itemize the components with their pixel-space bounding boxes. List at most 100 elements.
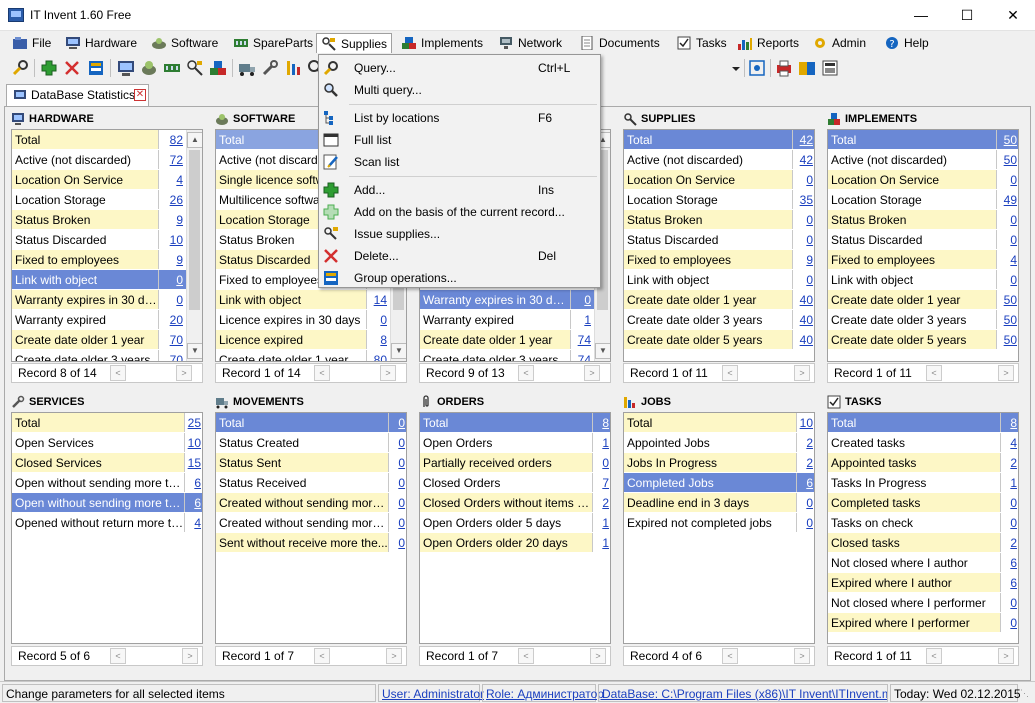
stat-row[interactable]: Total 42 <box>624 130 814 150</box>
stat-row[interactable]: Tasks In Progress 1 <box>828 473 1018 493</box>
stat-value-link[interactable]: 0 <box>792 270 814 289</box>
prev-record-button[interactable]: < <box>722 648 738 664</box>
stat-value-link[interactable]: 0 <box>388 433 406 452</box>
status-user-link[interactable]: User: Administrator <box>378 684 484 702</box>
stat-row[interactable]: Sent without receive more the... 0 <box>216 533 406 553</box>
stat-row[interactable]: Create date older 3 years 74 <box>420 350 594 361</box>
query-icon[interactable] <box>12 59 30 77</box>
stat-row[interactable]: Status Created 0 <box>216 433 406 453</box>
delete-icon[interactable] <box>63 59 81 77</box>
status-database-link[interactable]: DataBase: C:\Program Files (x86)\IT Inve… <box>598 684 888 702</box>
menu-item-scan-list[interactable]: Scan list <box>319 151 600 173</box>
menu-documents[interactable]: Documents <box>575 33 664 53</box>
menu-item-add-on-basis[interactable]: Add on the basis of the current record..… <box>319 201 600 223</box>
stat-value-link[interactable]: 0 <box>996 230 1018 249</box>
stat-value-link[interactable]: 9 <box>792 250 814 269</box>
next-record-button[interactable]: > <box>794 365 810 381</box>
stat-value-link[interactable]: 1 <box>592 533 610 552</box>
group-operations-icon[interactable] <box>87 59 105 77</box>
stat-row[interactable]: Create date older 5 years 40 <box>624 330 814 350</box>
add-icon[interactable] <box>40 59 58 77</box>
stat-value-link[interactable]: 15 <box>184 453 202 472</box>
stat-value-link[interactable]: 7 <box>592 473 610 492</box>
stat-row[interactable]: Fixed to employees 9 <box>624 250 814 270</box>
menu-item-add[interactable]: Add... Ins <box>319 179 600 201</box>
menu-network[interactable]: Network <box>494 33 566 53</box>
stat-value-link[interactable]: 26 <box>158 190 186 209</box>
stat-value-link[interactable]: 50 <box>996 290 1018 309</box>
services-icon[interactable] <box>261 59 279 77</box>
stat-row[interactable]: Tasks on check 0 <box>828 513 1018 533</box>
jobs-icon[interactable] <box>284 59 302 77</box>
stat-row[interactable]: Completed tasks 0 <box>828 493 1018 513</box>
spareparts-icon[interactable] <box>163 59 181 77</box>
hardware-scrollbar[interactable]: ▲ ▼ <box>186 130 202 361</box>
stat-value-link[interactable]: 6 <box>184 493 202 512</box>
stat-value-link[interactable]: 4 <box>996 250 1018 269</box>
stat-row[interactable]: Expired where I performer 0 <box>828 613 1018 633</box>
stat-value-link[interactable]: 2 <box>592 493 610 512</box>
stat-row[interactable]: Link with object 0 <box>828 270 1018 290</box>
stat-row[interactable]: Status Discarded 10 <box>12 230 186 250</box>
stat-row[interactable]: Total 10 <box>624 413 814 433</box>
menu-help[interactable]: ? Help <box>880 33 933 53</box>
stat-row[interactable]: Status Broken 0 <box>828 210 1018 230</box>
stat-row[interactable]: Closed Orders without items a... 2 <box>420 493 610 513</box>
stat-value-link[interactable]: 0 <box>792 170 814 189</box>
stat-value-link[interactable]: 6 <box>1000 573 1018 592</box>
prev-record-button[interactable]: < <box>314 648 330 664</box>
menu-hardware[interactable]: Hardware <box>61 33 141 53</box>
stat-value-link[interactable]: 0 <box>388 533 406 552</box>
stat-value-link[interactable]: 0 <box>1000 613 1018 632</box>
scroll-up-icon[interactable]: ▲ <box>187 132 202 148</box>
next-record-button[interactable]: > <box>176 365 192 381</box>
stat-row[interactable]: Appointed Jobs 2 <box>624 433 814 453</box>
stat-row[interactable]: Link with object 0 <box>624 270 814 290</box>
stat-row[interactable]: Open Orders older 5 days 1 <box>420 513 610 533</box>
stat-value-link[interactable]: 10 <box>184 433 202 452</box>
close-button[interactable]: ✕ <box>990 0 1035 31</box>
menu-software[interactable]: Software <box>147 33 222 53</box>
stat-row[interactable]: Total 82 <box>12 130 186 150</box>
stat-value-link[interactable]: 0 <box>388 473 406 492</box>
stat-value-link[interactable]: 0 <box>1000 493 1018 512</box>
next-record-button[interactable]: > <box>794 648 810 664</box>
menu-file[interactable]: File <box>8 33 55 53</box>
stat-row[interactable]: Not closed where I author 6 <box>828 553 1018 573</box>
tab-close-icon[interactable]: ✕ <box>134 89 146 101</box>
stat-value-link[interactable]: 40 <box>792 330 814 349</box>
stat-value-link[interactable]: 0 <box>570 290 594 309</box>
stat-value-link[interactable]: 6 <box>184 473 202 492</box>
chevron-down-icon[interactable] <box>730 59 742 77</box>
next-record-button[interactable]: > <box>380 365 396 381</box>
menu-supplies[interactable]: Supplies <box>316 33 393 53</box>
stat-row[interactable]: Status Discarded 0 <box>828 230 1018 250</box>
stat-row[interactable]: Create date older 3 years 50 <box>828 310 1018 330</box>
stat-value-link[interactable]: 74 <box>570 350 594 361</box>
stat-value-link[interactable]: 8 <box>1000 413 1018 432</box>
stat-row[interactable]: Closed Orders 7 <box>420 473 610 493</box>
supplies-icon[interactable] <box>186 59 204 77</box>
stat-row[interactable]: Closed tasks 2 <box>828 533 1018 553</box>
stat-value-link[interactable]: 50 <box>996 150 1018 169</box>
menu-item-issue-supplies[interactable]: Issue supplies... <box>319 223 600 245</box>
stat-value-link[interactable]: 4 <box>158 170 186 189</box>
scroll-down-icon[interactable]: ▼ <box>187 343 202 359</box>
stat-value-link[interactable]: 6 <box>796 473 814 492</box>
stat-value-link[interactable]: 0 <box>388 493 406 512</box>
stat-row[interactable]: Location Storage 49 <box>828 190 1018 210</box>
stat-row[interactable]: Create date older 1 year 74 <box>420 330 594 350</box>
stat-value-link[interactable]: 0 <box>796 513 814 532</box>
stat-row[interactable]: Active (not discarded) 50 <box>828 150 1018 170</box>
menu-admin[interactable]: Admin <box>808 33 870 53</box>
scroll-thumb[interactable] <box>189 150 200 310</box>
stat-row[interactable]: Status Broken 9 <box>12 210 186 230</box>
stat-row[interactable]: Create date older 3 years 40 <box>624 310 814 330</box>
stat-value-link[interactable]: 0 <box>996 210 1018 229</box>
stat-row[interactable]: Create date older 1 year 50 <box>828 290 1018 310</box>
stat-row[interactable]: Open without sending more than... 6 <box>12 493 202 513</box>
menu-reports[interactable]: Reports <box>733 33 803 53</box>
stat-row[interactable]: Warranty expired 1 <box>420 310 594 330</box>
prev-record-button[interactable]: < <box>518 365 534 381</box>
stat-row[interactable]: Location On Service 4 <box>12 170 186 190</box>
